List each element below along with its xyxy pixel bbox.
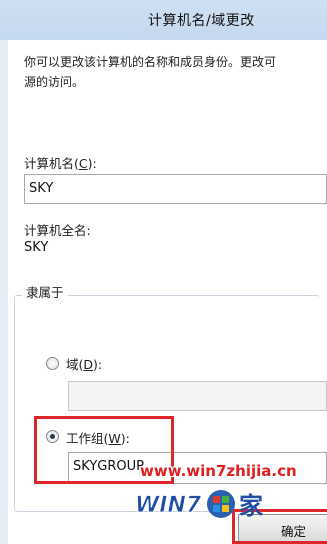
full-name-label: 计算机全名:: [24, 223, 91, 238]
watermark-url: www.win7zhijia.cn: [140, 462, 297, 480]
description-line-2: 源的访问。: [24, 75, 85, 89]
computer-name-input[interactable]: SKY: [24, 174, 327, 204]
full-name-value: SKY: [24, 240, 49, 255]
computer-name-value: SKY: [29, 181, 54, 196]
domain-radio[interactable]: [46, 357, 59, 370]
computer-name-label: 计算机名(C):: [24, 156, 97, 171]
window-title: 计算机名/域更改: [148, 13, 255, 29]
window-border: [0, 40, 8, 544]
watermark-logo: WIN7 家: [135, 490, 263, 520]
watermark-brand-suffix: 家: [239, 492, 263, 520]
watermark-brand: WIN7: [135, 493, 202, 518]
computer-name-accel: C: [78, 156, 88, 171]
dialog-window: 计算机名/域更改 你可以更改该计算机的名称和成员身份。更改可 源的访问。 计算机…: [0, 0, 327, 544]
windows-logo-icon: [207, 490, 235, 518]
title-bar: 计算机名/域更改: [0, 0, 327, 40]
domain-label[interactable]: 域(D):: [66, 354, 102, 373]
computer-name-label-text: 计算机名: [24, 156, 75, 171]
description-line-1: 你可以更改该计算机的名称和成员身份。更改可: [24, 55, 277, 69]
domain-label-text: 域: [66, 357, 79, 372]
description-text: 你可以更改该计算机的名称和成员身份。更改可 源的访问。: [24, 52, 324, 92]
domain-input[interactable]: [68, 381, 327, 411]
member-of-label: 隶属于: [22, 282, 68, 301]
domain-accel: D: [83, 357, 94, 372]
